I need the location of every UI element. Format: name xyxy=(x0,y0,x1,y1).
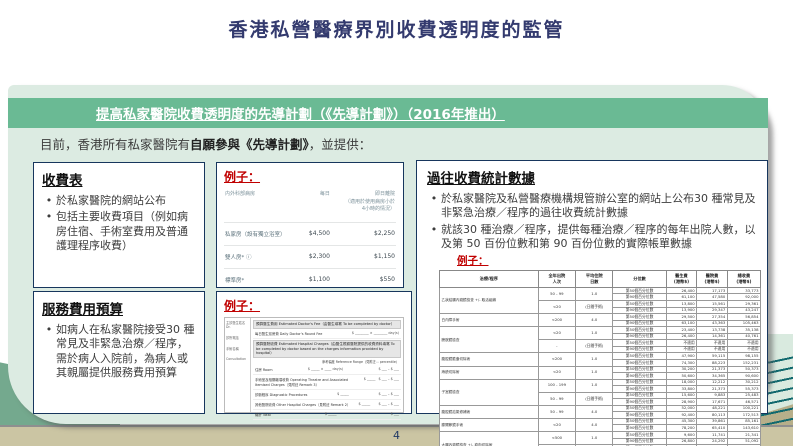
stats-bullets: • 於私家醫院及私營醫療機構規管辦公室的網站上公布30 種常見及非緊急治療／程序的… xyxy=(427,192,757,251)
stats-box: 過往收費統計數據 • 於私家醫院及私營醫療機構規管辦公室的網站上公布30 種常見及… xyxy=(416,160,768,446)
estimate-form-row: 手術室及相關雜項收費 Operating Theatre and Associa… xyxy=(253,375,401,390)
fee-table-row: 雙人房* ⓘ $2,300 $1,150 xyxy=(224,244,396,268)
budget-example-label: 例子： xyxy=(224,299,261,313)
intro-prefix: 目前，香港所有私家醫院有 xyxy=(40,137,191,152)
intro-line: 目前，香港所有私家醫院有自願參與《先導計劃》，並提供： xyxy=(40,134,371,153)
estimate-form-body: 預算醫生費用 Estimated Doctor's Fee（由醫生填寫 To b… xyxy=(251,318,403,420)
scheme-banner: 提高私家醫院收費透明度的先導計劃（《先導計劃》）（2016年推出） xyxy=(8,98,768,128)
estimate-form-row: 其他醫院收費 Other Hospital Charges（見附註 Remark… xyxy=(253,400,401,410)
estimate-form-row: 診斷程序 Diagnostic Procedures $ _____ $ ___ –… xyxy=(253,390,401,400)
bullet-item: • 如病人在私家醫院接受30 種常見及非緊急治療／程序，需於病人入院前，為病人或其… xyxy=(45,323,195,379)
stats-example-label: 例子： xyxy=(457,255,489,268)
fee-example-box: 例子： 内外科部病房 每日 即日離院 （適用於使用病房小於 4小時的情況） 私家房（設有獨… xyxy=(216,162,404,318)
budget-title: 服務費用預算 xyxy=(42,302,123,318)
estimate-form: 主診醫生姓名 Dr. 診所電話 手術名稱 Consultation 預算醫生費用 Es… xyxy=(224,317,404,420)
fee-table-row: 私家房（設有獨立浴室） $4,500 $2,250 xyxy=(224,221,396,245)
bullet-item: • 於私家醫院及私營醫療機構規管辦公室的網站上公布30 種常見及非緊急治療／程序的… xyxy=(430,192,756,220)
budget-example-box: 例子： 主診醫生姓名 Dr. 診所電話 手術名稱 Consultation 預算醫生費… xyxy=(216,291,412,420)
estimate-form-row: 住房 Room $ _____ × ____ day(s) $ ___ – $ __… xyxy=(253,365,401,375)
estimate-form-row: 總計 Total $ _____ $ ___ xyxy=(253,410,401,420)
fee-schedule-box: 收費表 • 於私家醫院的網站公布 • 包括主要收費項目（例如病房住宿、手術室費用及普通… xyxy=(33,162,205,288)
content-grid: 收費表 • 於私家醫院的網站公布 • 包括主要收費項目（例如病房住宿、手術室費用及普通… xyxy=(33,160,768,446)
fee-schedule-bullets: • 於私家醫院的網站公布 • 包括主要收費項目（例如病房住宿、手術室費用及普通護理程序… xyxy=(42,194,196,253)
scheme-banner-text: 提高私家醫院收費透明度的先導計劃（《先導計劃》）（2016年推出） xyxy=(96,107,505,123)
stats-example-table: 治療/程序 全年出院 人次 平均住院 日數 分位數 醫生費 (港幣$) 醫院費 (港幣$) 總收費(… xyxy=(439,270,762,446)
page-number: 4 xyxy=(393,429,400,442)
content-panel: 提高私家醫院收費透明度的先導計劃（《先導計劃》）（2016年推出） 目前，香港所… xyxy=(8,85,768,446)
budget-box: 服務費用預算 • 如病人在私家醫院接受30 種常見及非緊急治療／程序，需於病人入院… xyxy=(33,291,205,414)
budget-bullets: • 如病人在私家醫院接受30 種常見及非緊急治療／程序，需於病人入院前，為病人或其… xyxy=(42,323,196,380)
bullet-item: • 就該30 種治療／程序，提供每種治療／程序的每年出院人數，以及第 50 百份位… xyxy=(430,222,756,250)
bullet-item: • 於私家醫院的網站公布 xyxy=(45,194,166,207)
intro-suffix: ，並提供： xyxy=(308,137,372,152)
fee-example-label: 例子： xyxy=(224,170,261,184)
fee-table-row: 標準房* $1,100 $550 xyxy=(224,267,396,291)
fee-schedule-title: 收費表 xyxy=(42,173,83,189)
page-title: 香港私營醫療界別收費透明度的監管 xyxy=(228,19,565,41)
intro-bold: 自願參與《先導計劃》 xyxy=(190,137,309,152)
bullet-item: • 包括主要收費項目（例如病房住宿、手術室費用及普通護理程序收費） xyxy=(45,210,188,252)
stats-title: 過往收費統計數據 xyxy=(427,171,535,187)
slide: 香港私營醫療界別收費透明度的監管 4 提高私家醫院收費透明度的先導計劃（《先導計… xyxy=(0,0,793,446)
estimate-form-sidebar: 主診醫生姓名 Dr. 診所電話 手術名稱 Consultation xyxy=(225,318,251,412)
